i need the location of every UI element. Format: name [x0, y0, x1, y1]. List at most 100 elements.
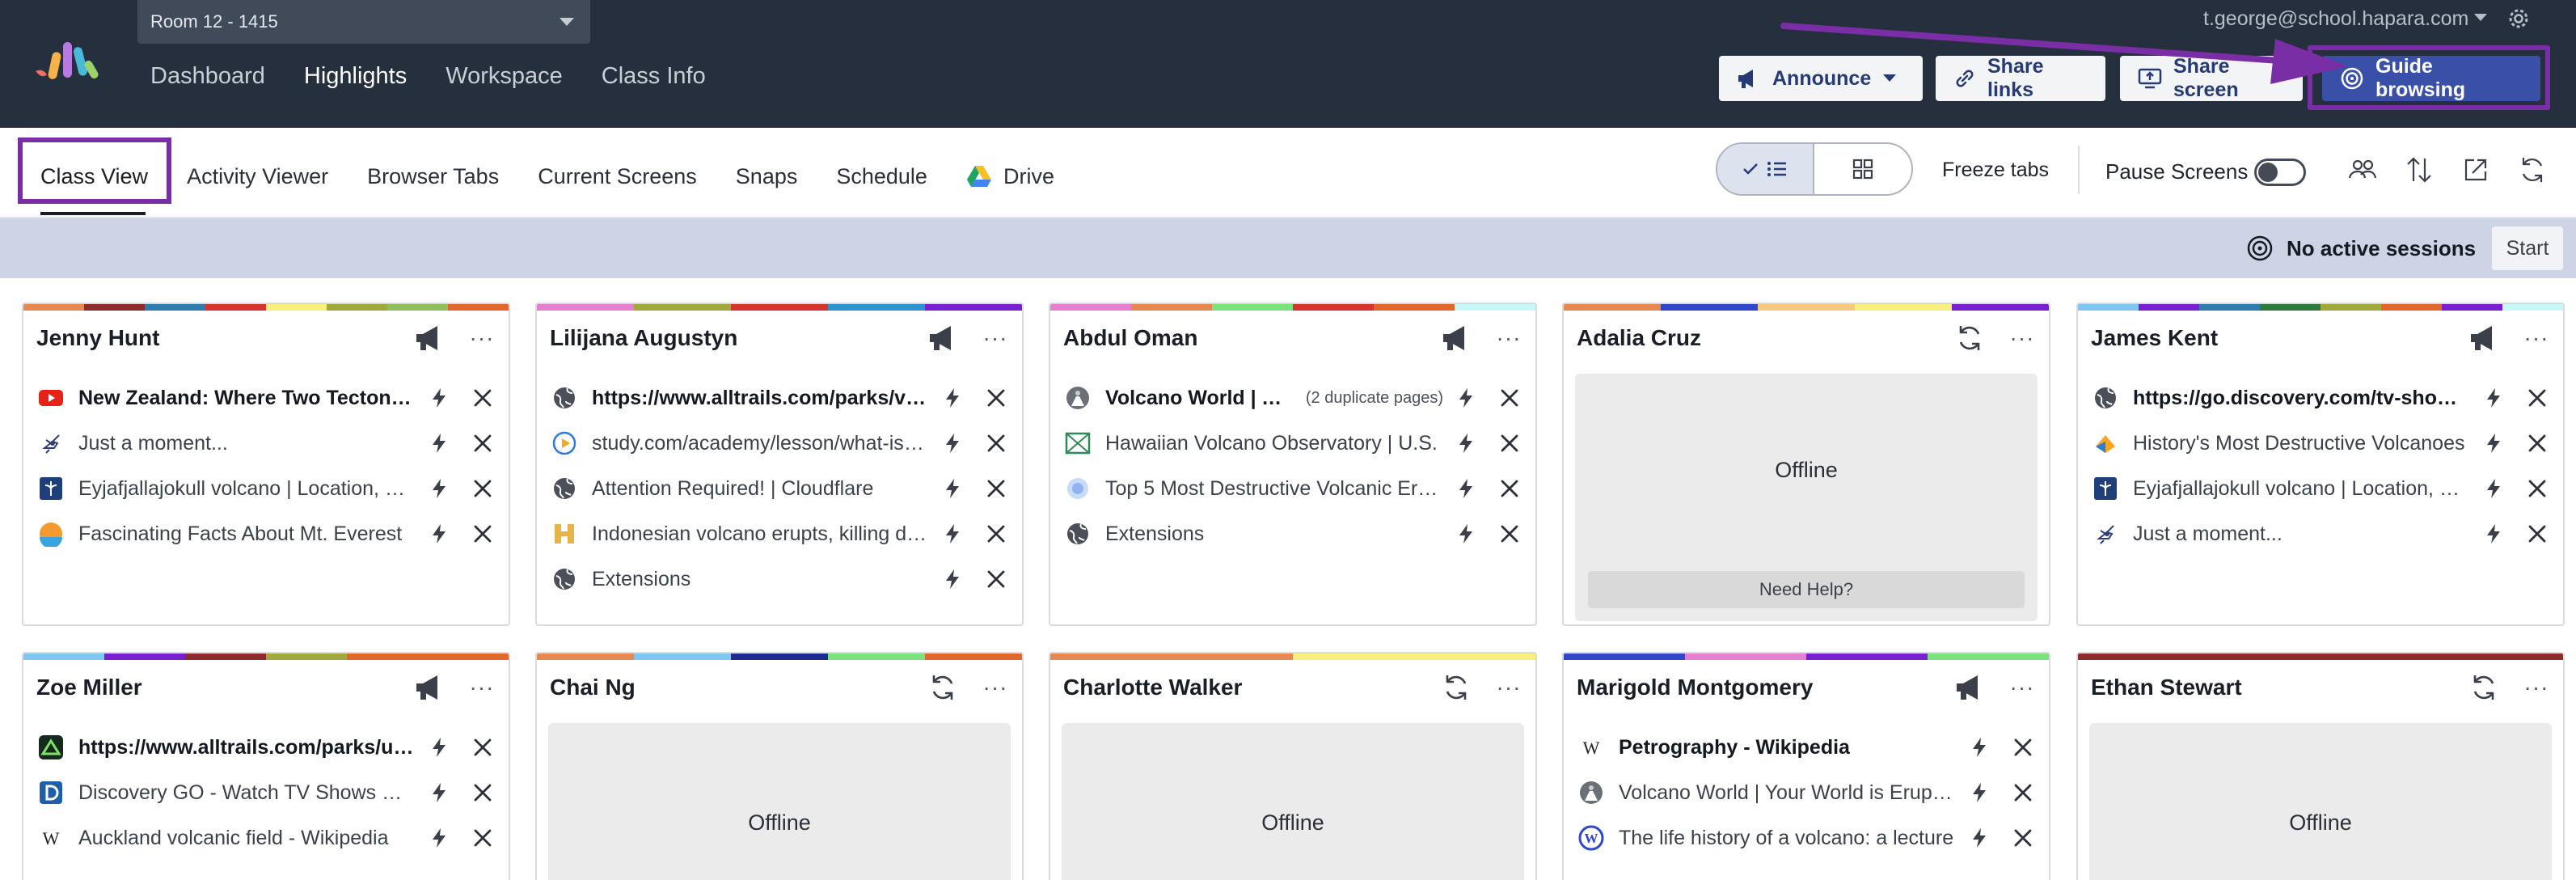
start-session-button[interactable]: Start	[2492, 226, 2563, 270]
student-name[interactable]: Jenny Hunt	[36, 325, 413, 351]
nav-class-info[interactable]: Class Info	[602, 58, 706, 94]
list-item[interactable]: Extensions	[1065, 511, 1521, 556]
close-icon[interactable]	[985, 568, 1007, 590]
freeze-tabs-button[interactable]: Freeze tabs	[1942, 155, 2049, 184]
close-icon[interactable]	[2012, 827, 2034, 849]
sync-icon[interactable]	[927, 671, 959, 704]
tab-title[interactable]: Discovery GO - Watch TV Shows Online	[78, 781, 416, 805]
megaphone-icon[interactable]	[1440, 322, 1472, 354]
megaphone-icon[interactable]	[2468, 322, 2500, 354]
sync-icon[interactable]	[1953, 322, 1986, 354]
list-item[interactable]: Eyjafjallajokull volcano | Location, Eru…	[38, 466, 494, 511]
need-help-button[interactable]: Need Help?	[1588, 571, 2025, 608]
lightning-icon[interactable]	[2482, 432, 2505, 455]
tab-browser-tabs[interactable]: Browser Tabs	[367, 160, 499, 192]
list-view-button[interactable]	[1717, 144, 1815, 194]
tab-title[interactable]: Top 5 Most Destructive Volcanic Eruption…	[1105, 477, 1443, 501]
nav-highlights[interactable]: Highlights	[304, 58, 407, 94]
hapara-logo[interactable]	[31, 39, 100, 84]
lightning-icon[interactable]	[428, 477, 450, 500]
student-card[interactable]: Ethan Stewart ··· Offline	[2076, 652, 2565, 880]
student-card[interactable]: Adalia Cruz ··· Offline Need Help?	[1562, 302, 2050, 626]
close-icon[interactable]	[2526, 477, 2549, 500]
megaphone-icon[interactable]	[413, 322, 446, 354]
lightning-icon[interactable]	[941, 432, 964, 455]
close-icon[interactable]	[471, 736, 494, 759]
tab-title[interactable]: Just a moment...	[78, 432, 416, 455]
close-icon[interactable]	[2526, 387, 2549, 409]
close-icon[interactable]	[985, 387, 1007, 409]
list-item[interactable]: History's Most Destructive Volcanoes	[2092, 421, 2549, 466]
sort-icon[interactable]	[2403, 154, 2435, 186]
lightning-icon[interactable]	[1455, 432, 1477, 455]
lightning-icon[interactable]	[1968, 736, 1991, 759]
student-card[interactable]: Marigold Montgomery ··· W Petrography - Wik…	[1562, 652, 2050, 880]
close-icon[interactable]	[471, 432, 494, 455]
list-item[interactable]: Extensions	[551, 556, 1007, 602]
lightning-icon[interactable]	[941, 568, 964, 590]
tab-snaps[interactable]: Snaps	[736, 160, 798, 192]
close-icon[interactable]	[2526, 432, 2549, 455]
close-icon[interactable]	[1498, 522, 1521, 545]
close-icon[interactable]	[471, 781, 494, 804]
list-item[interactable]: Volcano World | Your World is Erupting (2…	[1065, 375, 1521, 421]
close-icon[interactable]	[1498, 432, 1521, 455]
room-selector[interactable]: Room 12 - 1415	[137, 0, 590, 44]
close-icon[interactable]	[985, 477, 1007, 500]
close-icon[interactable]	[2012, 736, 2034, 759]
tab-title[interactable]: Extensions	[592, 568, 930, 591]
student-name[interactable]: Marigold Montgomery	[1577, 675, 1953, 700]
more-options-icon[interactable]: ···	[1495, 676, 1522, 699]
list-item[interactable]: W Auckland volcanic field - Wikipedia	[38, 815, 494, 861]
list-item[interactable]: W The life history of a volcano: a lectur…	[1578, 815, 2034, 861]
open-external-icon[interactable]	[2460, 154, 2492, 186]
student-card[interactable]: Abdul Oman ··· Volcano World | Your World …	[1049, 302, 1537, 626]
pause-screens-toggle[interactable]	[2254, 159, 2306, 186]
more-options-icon[interactable]: ···	[2008, 327, 2036, 349]
more-options-icon[interactable]: ···	[982, 327, 1009, 349]
lightning-icon[interactable]	[428, 827, 450, 849]
lightning-icon[interactable]	[2482, 522, 2505, 545]
gear-icon[interactable]	[2505, 5, 2532, 32]
lightning-icon[interactable]	[1455, 522, 1477, 545]
tab-title[interactable]: Eyjafjallajokull volcano | Location, Eru…	[2133, 477, 2471, 501]
close-icon[interactable]	[471, 522, 494, 545]
list-item[interactable]: Discovery GO - Watch TV Shows Online	[38, 770, 494, 815]
tab-drive[interactable]: Drive	[966, 160, 1054, 192]
more-options-icon[interactable]: ···	[468, 676, 496, 699]
megaphone-icon[interactable]	[927, 322, 959, 354]
list-item[interactable]: Indonesian volcano erupts, killing dozen…	[551, 511, 1007, 556]
sync-icon[interactable]	[1440, 671, 1472, 704]
lightning-icon[interactable]	[428, 387, 450, 409]
grid-view-button[interactable]	[1814, 144, 1911, 194]
tab-activity-viewer[interactable]: Activity Viewer	[187, 160, 328, 192]
student-name[interactable]: Adalia Cruz	[1577, 325, 1953, 351]
megaphone-icon[interactable]	[413, 671, 446, 704]
tab-current-screens[interactable]: Current Screens	[538, 160, 697, 192]
close-icon[interactable]	[471, 387, 494, 409]
list-item[interactable]: Eyjafjallajokull volcano | Location, Eru…	[2092, 466, 2549, 511]
more-options-icon[interactable]: ···	[2523, 676, 2550, 699]
tab-title[interactable]: Auckland volcanic field - Wikipedia	[78, 827, 416, 850]
list-item[interactable]: W Petrography - Wikipedia	[1578, 725, 2034, 770]
list-item[interactable]: Attention Required! | Cloudflare	[551, 466, 1007, 511]
list-item[interactable]: New Zealand: Where Two Tectonic Plates M…	[38, 375, 494, 421]
student-name[interactable]: Abdul Oman	[1063, 325, 1440, 351]
close-icon[interactable]	[1498, 387, 1521, 409]
megaphone-icon[interactable]	[1953, 671, 1986, 704]
list-item[interactable]: https://www.alltrails.com/parks/volcano	[551, 375, 1007, 421]
nav-dashboard[interactable]: Dashboard	[150, 58, 265, 94]
student-card[interactable]: Chai Ng ··· Offline	[535, 652, 1024, 880]
list-item[interactable]: Fascinating Facts About Mt. Everest	[38, 511, 494, 556]
lightning-icon[interactable]	[2482, 387, 2505, 409]
lightning-icon[interactable]	[428, 781, 450, 804]
student-name[interactable]: Lilijana Augustyn	[550, 325, 927, 351]
student-name[interactable]: Charlotte Walker	[1063, 675, 1440, 700]
tab-title[interactable]: Fascinating Facts About Mt. Everest	[78, 522, 416, 546]
tab-schedule[interactable]: Schedule	[836, 160, 927, 192]
lightning-icon[interactable]	[428, 432, 450, 455]
list-item[interactable]: https://www.alltrails.com/parks/us/hawai…	[38, 725, 494, 770]
lightning-icon[interactable]	[941, 477, 964, 500]
student-name[interactable]: Ethan Stewart	[2091, 675, 2468, 700]
tab-title[interactable]: Petrography - Wikipedia	[1619, 736, 1957, 759]
